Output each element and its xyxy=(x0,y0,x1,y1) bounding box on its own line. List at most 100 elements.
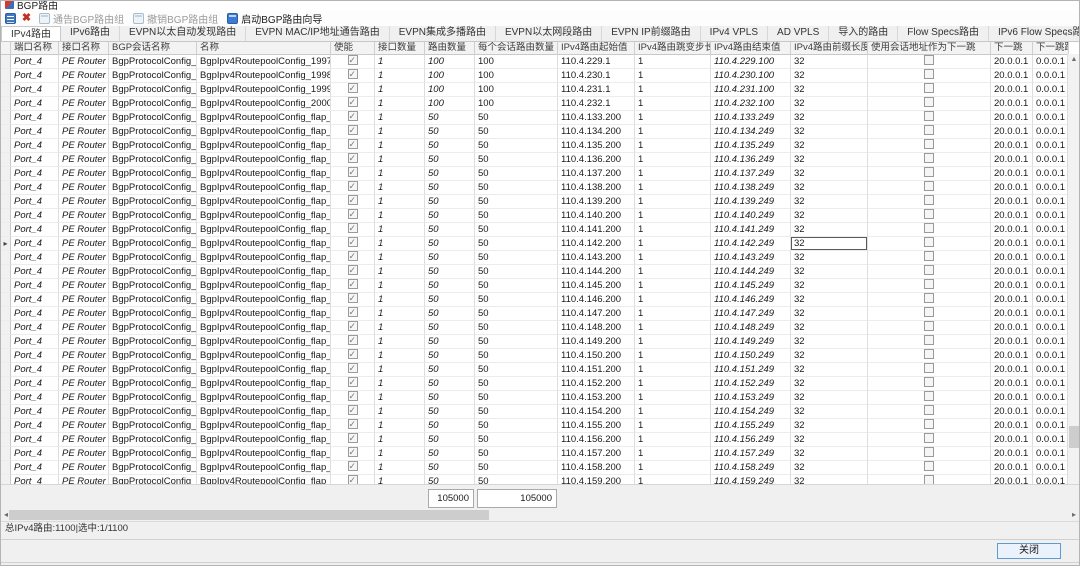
cell-prefix_len[interactable]: 32 xyxy=(791,433,868,447)
cell-interface[interactable]: PE Router 1 xyxy=(59,125,109,139)
cell-interface[interactable]: PE Router 1 xyxy=(59,83,109,97)
cell-next_hop_step[interactable]: 0.0.0.1 xyxy=(1033,83,1069,97)
table-row[interactable]: Port_4PE Router 1BgpProtocolConfig_2BgpI… xyxy=(1,69,1069,83)
row-gutter[interactable] xyxy=(1,97,11,111)
cell-start[interactable]: 110.4.139.200 xyxy=(558,195,635,209)
cell-name[interactable]: BgpIpv4RoutepoolConfig_flap_2010 xyxy=(197,237,331,251)
cell-next_hop[interactable]: 20.0.0.1 xyxy=(991,181,1033,195)
cell-session[interactable]: BgpProtocolConfig_2 xyxy=(109,391,197,405)
cell-name[interactable]: BgpIpv4RoutepoolConfig_flap_2023 xyxy=(197,419,331,433)
cell-next_hop_step[interactable]: 0.0.0.1 xyxy=(1033,237,1069,251)
cell-route_count[interactable]: 50 xyxy=(425,167,475,181)
row-gutter[interactable] xyxy=(1,433,11,447)
cell-next_hop[interactable]: 20.0.0.1 xyxy=(991,377,1033,391)
cell-interface[interactable]: PE Router 1 xyxy=(59,433,109,447)
cell-interface_count[interactable]: 1 xyxy=(375,447,425,461)
cell-session[interactable]: BgpProtocolConfig_2 xyxy=(109,55,197,69)
cell-step[interactable]: 1 xyxy=(635,55,711,69)
cell-prefix_len[interactable]: 32 xyxy=(791,83,868,97)
cell-use_session_addr[interactable] xyxy=(868,335,991,349)
table-row[interactable]: Port_4PE Router 1BgpProtocolConfig_2BgpI… xyxy=(1,181,1069,195)
cell-interface_count[interactable]: 1 xyxy=(375,265,425,279)
cell-interface_count[interactable]: 1 xyxy=(375,433,425,447)
use_session_addr-checkbox[interactable] xyxy=(924,377,934,387)
cell-prefix_len[interactable]: 32 xyxy=(791,237,868,251)
table-row[interactable]: Port_4PE Router 1BgpProtocolConfig_2BgpI… xyxy=(1,363,1069,377)
cell-interface_count[interactable]: 1 xyxy=(375,167,425,181)
enabled-checkbox-checked[interactable] xyxy=(348,139,358,149)
use_session_addr-checkbox[interactable] xyxy=(924,391,934,401)
cell-interface[interactable]: PE Router 1 xyxy=(59,237,109,251)
enabled-checkbox-checked[interactable] xyxy=(348,223,358,233)
cell-session[interactable]: BgpProtocolConfig_2 xyxy=(109,335,197,349)
cell-enabled[interactable] xyxy=(331,349,375,363)
cell-route_count[interactable]: 50 xyxy=(425,223,475,237)
cell-per_session_count[interactable]: 50 xyxy=(475,363,558,377)
cell-next_hop[interactable]: 20.0.0.1 xyxy=(991,447,1033,461)
cell-interface[interactable]: PE Router 1 xyxy=(59,391,109,405)
cell-end[interactable]: 110.4.155.249 xyxy=(711,419,791,433)
enabled-checkbox-checked[interactable] xyxy=(348,251,358,261)
cell-port[interactable]: Port_4 xyxy=(11,195,59,209)
cell-interface[interactable]: PE Router 1 xyxy=(59,265,109,279)
cell-next_hop_step[interactable]: 0.0.0.1 xyxy=(1033,265,1069,279)
cell-next_hop[interactable]: 20.0.0.1 xyxy=(991,363,1033,377)
row-gutter[interactable] xyxy=(1,405,11,419)
cell-port[interactable]: Port_4 xyxy=(11,167,59,181)
cell-step[interactable]: 1 xyxy=(635,139,711,153)
cell-enabled[interactable] xyxy=(331,307,375,321)
row-gutter[interactable] xyxy=(1,181,11,195)
use_session_addr-checkbox[interactable] xyxy=(924,433,934,443)
cell-interface_count[interactable]: 1 xyxy=(375,125,425,139)
cell-end[interactable]: 110.4.153.249 xyxy=(711,391,791,405)
cell-name[interactable]: BgpIpv4RoutepoolConfig_flap_2024 xyxy=(197,433,331,447)
tab-EVPN集成多播路由[interactable]: EVPN集成多播路由 xyxy=(390,26,496,41)
table-row[interactable]: Port_4PE Router 1BgpProtocolConfig_2BgpI… xyxy=(1,139,1069,153)
cell-interface_count[interactable]: 1 xyxy=(375,209,425,223)
cell-interface[interactable]: PE Router 1 xyxy=(59,111,109,125)
cell-name[interactable]: BgpIpv4RoutepoolConfig_1999 xyxy=(197,83,331,97)
cell-next_hop_step[interactable]: 0.0.0.1 xyxy=(1033,251,1069,265)
cell-end[interactable]: 110.4.142.249 xyxy=(711,237,791,251)
cell-end[interactable]: 110.4.143.249 xyxy=(711,251,791,265)
use_session_addr-checkbox[interactable] xyxy=(924,293,934,303)
cell-next_hop_step[interactable]: 0.0.0.1 xyxy=(1033,279,1069,293)
cell-step[interactable]: 1 xyxy=(635,405,711,419)
cell-route_count[interactable]: 50 xyxy=(425,335,475,349)
cell-use_session_addr[interactable] xyxy=(868,139,991,153)
cell-end[interactable]: 110.4.149.249 xyxy=(711,335,791,349)
tab-scroll-left-icon[interactable]: ◂ xyxy=(1063,29,1067,38)
cell-start[interactable]: 110.4.150.200 xyxy=(558,349,635,363)
tab-EVPN IP前缀路由[interactable]: EVPN IP前缀路由 xyxy=(602,26,700,41)
cell-enabled[interactable] xyxy=(331,293,375,307)
cell-port[interactable]: Port_4 xyxy=(11,209,59,223)
enabled-checkbox-checked[interactable] xyxy=(348,377,358,387)
cell-next_hop_step[interactable]: 0.0.0.1 xyxy=(1033,69,1069,83)
cell-end[interactable]: 110.4.136.249 xyxy=(711,153,791,167)
enabled-checkbox-checked[interactable] xyxy=(348,167,358,177)
cell-name[interactable]: BgpIpv4RoutepoolConfig_flap_2006 xyxy=(197,181,331,195)
use_session_addr-checkbox[interactable] xyxy=(924,223,934,233)
cell-route_count[interactable]: 100 xyxy=(425,55,475,69)
cell-end[interactable]: 110.4.140.249 xyxy=(711,209,791,223)
column-header-session[interactable]: BGP会话名称 xyxy=(109,42,197,55)
cell-step[interactable]: 1 xyxy=(635,293,711,307)
cell-interface_count[interactable]: 1 xyxy=(375,237,425,251)
cell-next_hop[interactable]: 20.0.0.1 xyxy=(991,321,1033,335)
cell-interface_count[interactable]: 1 xyxy=(375,475,425,484)
cell-next_hop[interactable]: 20.0.0.1 xyxy=(991,307,1033,321)
cell-start[interactable]: 110.4.159.200 xyxy=(558,475,635,484)
cell-next_hop[interactable]: 20.0.0.1 xyxy=(991,69,1033,83)
cell-enabled[interactable] xyxy=(331,391,375,405)
cell-start[interactable]: 110.4.153.200 xyxy=(558,391,635,405)
row-gutter[interactable] xyxy=(1,447,11,461)
cell-step[interactable]: 1 xyxy=(635,195,711,209)
cell-interface_count[interactable]: 1 xyxy=(375,97,425,111)
cell-end[interactable]: 110.4.156.249 xyxy=(711,433,791,447)
cell-session[interactable]: BgpProtocolConfig_2 xyxy=(109,419,197,433)
cell-use_session_addr[interactable] xyxy=(868,223,991,237)
table-row[interactable]: Port_4PE Router 1BgpProtocolConfig_2BgpI… xyxy=(1,433,1069,447)
cell-next_hop[interactable]: 20.0.0.1 xyxy=(991,139,1033,153)
table-row[interactable]: Port_4PE Router 1BgpProtocolConfig_2BgpI… xyxy=(1,279,1069,293)
cell-step[interactable]: 1 xyxy=(635,461,711,475)
